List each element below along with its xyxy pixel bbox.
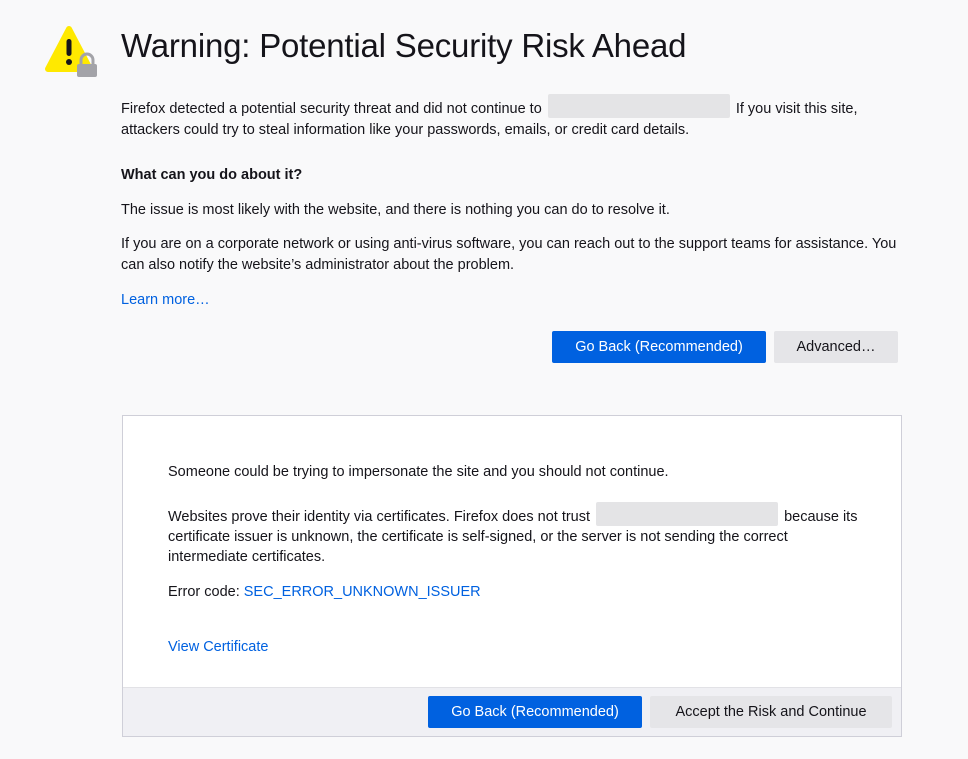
redacted-hostname bbox=[547, 94, 730, 118]
intro-text: Firefox detected a potential security th… bbox=[121, 94, 911, 141]
security-warning-page: Warning: Potential Security Risk Ahead F… bbox=[0, 0, 968, 759]
warning-lock-icon bbox=[45, 26, 97, 77]
go-back-button-2[interactable]: Go Back (Recommended) bbox=[428, 696, 642, 728]
view-certificate-link[interactable]: View Certificate bbox=[168, 639, 268, 655]
advanced-panel: Someone could be trying to impersonate t… bbox=[122, 415, 902, 737]
error-code-label: Error code: bbox=[168, 584, 240, 600]
issue-text: The issue is most likely with the websit… bbox=[121, 202, 670, 218]
certificate-text-before: Websites prove their identity via certif… bbox=[168, 509, 591, 525]
certificate-text: Websites prove their identity via certif… bbox=[168, 502, 858, 567]
what-can-you-do-heading: What can you do about it? bbox=[121, 167, 303, 183]
redacted-hostname-2 bbox=[596, 502, 779, 526]
page-title: Warning: Potential Security Risk Ahead bbox=[121, 27, 687, 64]
impersonate-text: Someone could be trying to impersonate t… bbox=[168, 464, 669, 480]
intro-text-before: Firefox detected a potential security th… bbox=[121, 101, 542, 117]
learn-more-link[interactable]: Learn more… bbox=[121, 292, 210, 308]
error-code-link[interactable]: SEC_ERROR_UNKNOWN_ISSUER bbox=[244, 584, 481, 600]
accept-risk-button[interactable]: Accept the Risk and Continue bbox=[650, 696, 892, 728]
advanced-button[interactable]: Advanced… bbox=[774, 331, 898, 363]
go-back-button[interactable]: Go Back (Recommended) bbox=[552, 331, 766, 363]
advanced-panel-footer: Go Back (Recommended) Accept the Risk an… bbox=[123, 687, 901, 736]
error-code-line: Error code: SEC_ERROR_UNKNOWN_ISSUER bbox=[168, 582, 858, 602]
corporate-text: If you are on a corporate network or usi… bbox=[121, 236, 897, 273]
